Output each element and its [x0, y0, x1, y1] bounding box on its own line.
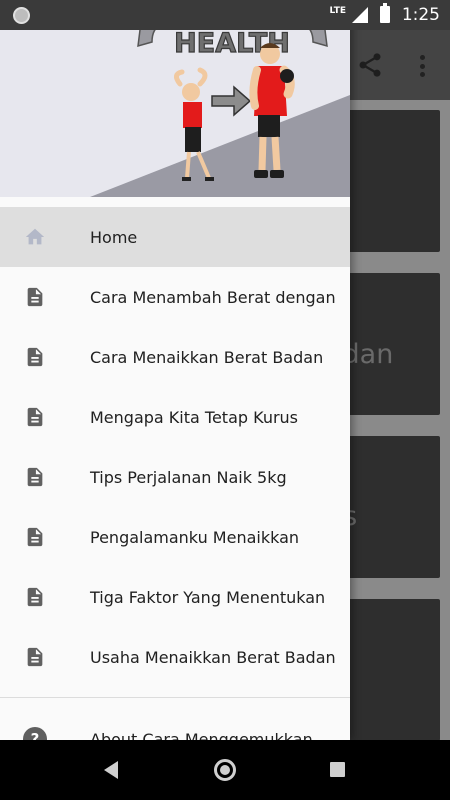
system-navigation-bar	[0, 740, 450, 800]
navigation-drawer: HEALTH Home Cara Menambah Berat dengan C…	[0, 0, 350, 740]
drawer-divider	[0, 697, 350, 698]
drawer-menu-list: Home Cara Menambah Berat dengan Cara Men…	[0, 207, 350, 687]
home-button-icon[interactable]	[214, 759, 236, 781]
drawer-item-label: Cara Menambah Berat dengan	[90, 287, 336, 307]
share-icon[interactable]	[356, 51, 384, 79]
drawer-item-about[interactable]: ? About Cara Menggemukkan	[0, 708, 350, 740]
drawer-item-article[interactable]: Usaha Menaikkan Berat Badan	[0, 627, 350, 687]
drawer-item-article[interactable]: Cara Menaikkan Berat Badan	[0, 327, 350, 387]
drawer-item-article[interactable]: Cara Menambah Berat dengan	[0, 267, 350, 327]
home-icon	[25, 228, 45, 245]
signal-icon	[352, 6, 368, 23]
document-icon	[27, 527, 43, 547]
drawer-item-label: Pengalamanku Menaikkan	[90, 527, 300, 547]
status-icons: LTE	[329, 3, 390, 23]
drawer-item-article[interactable]: Tiga Faktor Yang Menentukan	[0, 567, 350, 627]
drawer-item-home[interactable]: Home	[0, 207, 350, 267]
drawer-item-label: Usaha Menaikkan Berat Badan	[90, 647, 336, 667]
network-type-label: LTE	[329, 5, 346, 16]
document-icon	[27, 407, 43, 427]
drawer-item-article[interactable]: Pengalamanku Menaikkan	[0, 507, 350, 567]
drawer-item-article[interactable]: Mengapa Kita Tetap Kurus	[0, 387, 350, 447]
document-icon	[27, 347, 43, 367]
status-bar: LTE 1:25	[0, 0, 450, 30]
drawer-item-label: Cara Menaikkan Berat Badan	[90, 347, 324, 367]
help-icon: ?	[23, 727, 47, 740]
status-time: 1:25	[401, 5, 440, 25]
drawer-item-label: Home	[90, 227, 138, 247]
drawer-item-label: Tips Perjalanan Naik 5kg	[90, 467, 287, 487]
overflow-menu-icon[interactable]	[414, 52, 430, 80]
notification-icon	[13, 7, 30, 24]
drawer-item-label: Mengapa Kita Tetap Kurus	[90, 407, 299, 427]
drawer-item-article[interactable]: Tips Perjalanan Naik 5kg	[0, 447, 350, 507]
document-icon	[27, 467, 43, 487]
drawer-item-label: Tiga Faktor Yang Menentukan	[90, 587, 326, 607]
back-icon[interactable]	[104, 761, 118, 779]
document-icon	[27, 587, 43, 607]
recents-icon[interactable]	[330, 762, 345, 777]
document-icon	[27, 647, 43, 667]
battery-icon	[380, 3, 390, 23]
drawer-item-label: About Cara Menggemukkan	[90, 730, 313, 740]
document-icon	[27, 287, 43, 307]
